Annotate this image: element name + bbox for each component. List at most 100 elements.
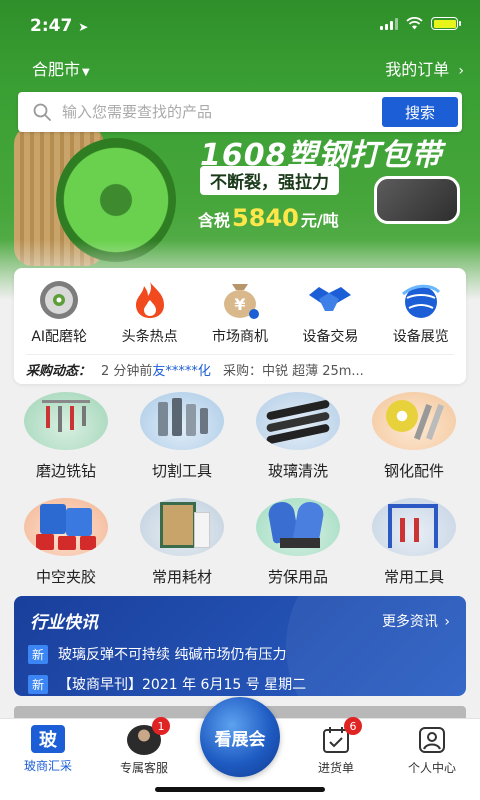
more-news-label: 更多资讯 (381, 613, 438, 630)
nav-label: 设备交易 (302, 329, 359, 345)
news-item-text: 玻璃反弹不可持续 纯碱市场仍有压力 (58, 647, 287, 663)
category-row: 磨边铣钻 切割工具 玻璃清洗 钢化配件 (0, 392, 480, 498)
industry-news-header: 行业快讯 更多资讯 › (14, 596, 466, 633)
news-item[interactable]: 新 【玻商早刊】2021 年 6月15 号 星期二 (28, 669, 452, 696)
globe-icon (398, 280, 444, 320)
city-selector[interactable]: 合肥市 ▼ (32, 56, 90, 80)
banner-price-unit: 元/吨 (300, 211, 339, 230)
safety-gloves-icon (256, 498, 340, 556)
nav-label: AI配磨轮 (31, 329, 88, 345)
category-label: 切割工具 (151, 462, 212, 480)
banner-price-value: 5840 (232, 204, 299, 232)
home-indicator (155, 787, 325, 792)
industry-news-title: 行业快讯 (30, 613, 98, 633)
category-cutting-tool[interactable]: 切割工具 (127, 392, 237, 498)
svg-text:¥: ¥ (234, 295, 245, 314)
tab-label: 进货单 (317, 761, 354, 775)
wifi-icon (406, 17, 423, 30)
banner-price: 含税5840 元/吨 (198, 204, 339, 232)
quick-nav: AI配磨轮 头条热点 ¥ 市场商机 设备交易 设备展览 (14, 268, 466, 346)
tools-rack-icon (372, 498, 456, 556)
category-tools-rack[interactable]: 常用工具 (359, 498, 469, 604)
category-label: 常用工具 (383, 568, 444, 586)
bo-logo-icon: 玻 (31, 725, 65, 753)
nav-item-equipment-expo[interactable]: 设备展览 (377, 280, 465, 346)
category-label: 中空夹胶 (35, 568, 96, 586)
purchase-ticker-user: 友*****化 (152, 363, 211, 379)
location-arrow-icon: ➤ (78, 20, 89, 34)
search-bar: 搜索 (18, 92, 462, 132)
purchase-list-badge: 6 (344, 717, 362, 735)
strap-sample-image (374, 176, 460, 224)
expo-button-label: 看展会 (214, 729, 266, 750)
status-time: 2:47 ➤ (30, 16, 88, 36)
nav-label: 头条热点 (121, 329, 178, 345)
category-label: 钢化配件 (383, 462, 444, 480)
glass-cleaning-icon (256, 392, 340, 450)
customer-service-badge: 1 (152, 717, 170, 735)
category-glass-cleaning[interactable]: 玻璃清洗 (243, 392, 353, 498)
nav-item-ai-wheel[interactable]: AI配磨轮 (15, 280, 103, 346)
tab-label: 玻商汇采 (23, 759, 72, 773)
search-input[interactable] (62, 103, 382, 121)
nav-item-equipment-trade[interactable]: 设备交易 (286, 280, 374, 346)
new-badge: 新 (28, 674, 49, 694)
nav-label: 设备展览 (392, 329, 449, 345)
city-label: 合肥市 (32, 60, 81, 79)
category-label: 玻璃清洗 (267, 462, 328, 480)
green-strap-coil-image (56, 138, 176, 262)
chevron-right-icon: › (444, 613, 450, 630)
handshake-icon (307, 280, 353, 320)
new-badge: 新 (28, 644, 49, 664)
flame-icon (127, 280, 173, 320)
nav-item-headlines[interactable]: 头条热点 (106, 280, 194, 346)
tab-bar: 玻 玻商汇采 1 专属客服 看展会 6 进货单 个人中心 (0, 697, 480, 800)
search-icon (33, 103, 51, 121)
news-item-text: 【玻商早刊】2021 年 6月15 号 星期二 (58, 677, 307, 693)
edging-drill-icon (24, 392, 108, 450)
status-time-text: 2:47 (30, 16, 73, 36)
category-label: 常用耗材 (151, 568, 212, 586)
industry-news-card: 行业快讯 更多资讯 › 新 玻璃反弹不可持续 纯碱市场仍有压力 新 【玻商早刊】… (14, 596, 466, 696)
category-row: 中空夹胶 常用耗材 劳保用品 常用工具 (0, 498, 480, 604)
chevron-right-icon: › (458, 63, 464, 79)
category-tempering-parts[interactable]: 钢化配件 (359, 392, 469, 498)
category-edging-drill[interactable]: 磨边铣钻 (11, 392, 121, 498)
search-button[interactable]: 搜索 (382, 97, 458, 127)
category-label: 劳保用品 (267, 568, 328, 586)
status-icons (380, 17, 461, 30)
category-safety-gloves[interactable]: 劳保用品 (243, 498, 353, 604)
consumables-icon (140, 498, 224, 556)
money-bag-icon: ¥ (217, 280, 263, 320)
banner-price-prefix: 含税 (198, 211, 231, 230)
tab-label: 专属客服 (119, 761, 168, 775)
status-bar: 2:47 ➤ (0, 0, 480, 52)
my-orders-label: 我的订单 (385, 60, 450, 79)
tab-customer-service[interactable]: 1 专属客服 (96, 717, 192, 776)
cellular-signal-icon (380, 17, 398, 30)
purchase-ticker-content: 采购：中锐 超薄 25m... (222, 363, 364, 379)
grinding-wheel-icon (36, 280, 82, 320)
category-insulating-glue[interactable]: 中空夹胶 (11, 498, 121, 604)
user-profile-icon (419, 727, 445, 753)
cutting-tool-icon (140, 392, 224, 450)
nav-item-market[interactable]: ¥ 市场商机 (196, 280, 284, 346)
tab-home[interactable]: 玻 玻商汇采 (0, 725, 96, 774)
tempering-parts-icon (372, 392, 456, 450)
purchase-ticker[interactable]: 采购动态： 2 分钟前 友*****化 采购：中锐 超薄 25m... (14, 355, 466, 383)
industry-news-list: 新 玻璃反弹不可持续 纯碱市场仍有压力 新 【玻商早刊】2021 年 6月15 … (14, 633, 466, 696)
battery-icon (431, 17, 461, 30)
tab-purchase-list[interactable]: 6 进货单 (288, 717, 384, 776)
caret-down-icon: ▼ (82, 67, 90, 78)
category-consumables[interactable]: 常用耗材 (127, 498, 237, 604)
tab-profile[interactable]: 个人中心 (384, 725, 480, 776)
my-orders-link[interactable]: 我的订单 › (385, 56, 464, 80)
banner-slogan: 不断裂，强拉力 (200, 166, 339, 195)
insulating-glue-icon (24, 498, 108, 556)
expo-button[interactable]: 看展会 (200, 697, 280, 777)
category-label: 磨边铣钻 (35, 462, 96, 480)
more-news-link[interactable]: 更多资讯 › (382, 611, 450, 631)
purchase-ticker-time: 2 分钟前 (101, 363, 153, 379)
news-item[interactable]: 新 玻璃反弹不可持续 纯碱市场仍有压力 (28, 639, 452, 669)
purchase-ticker-tag: 采购动态： (26, 363, 92, 379)
